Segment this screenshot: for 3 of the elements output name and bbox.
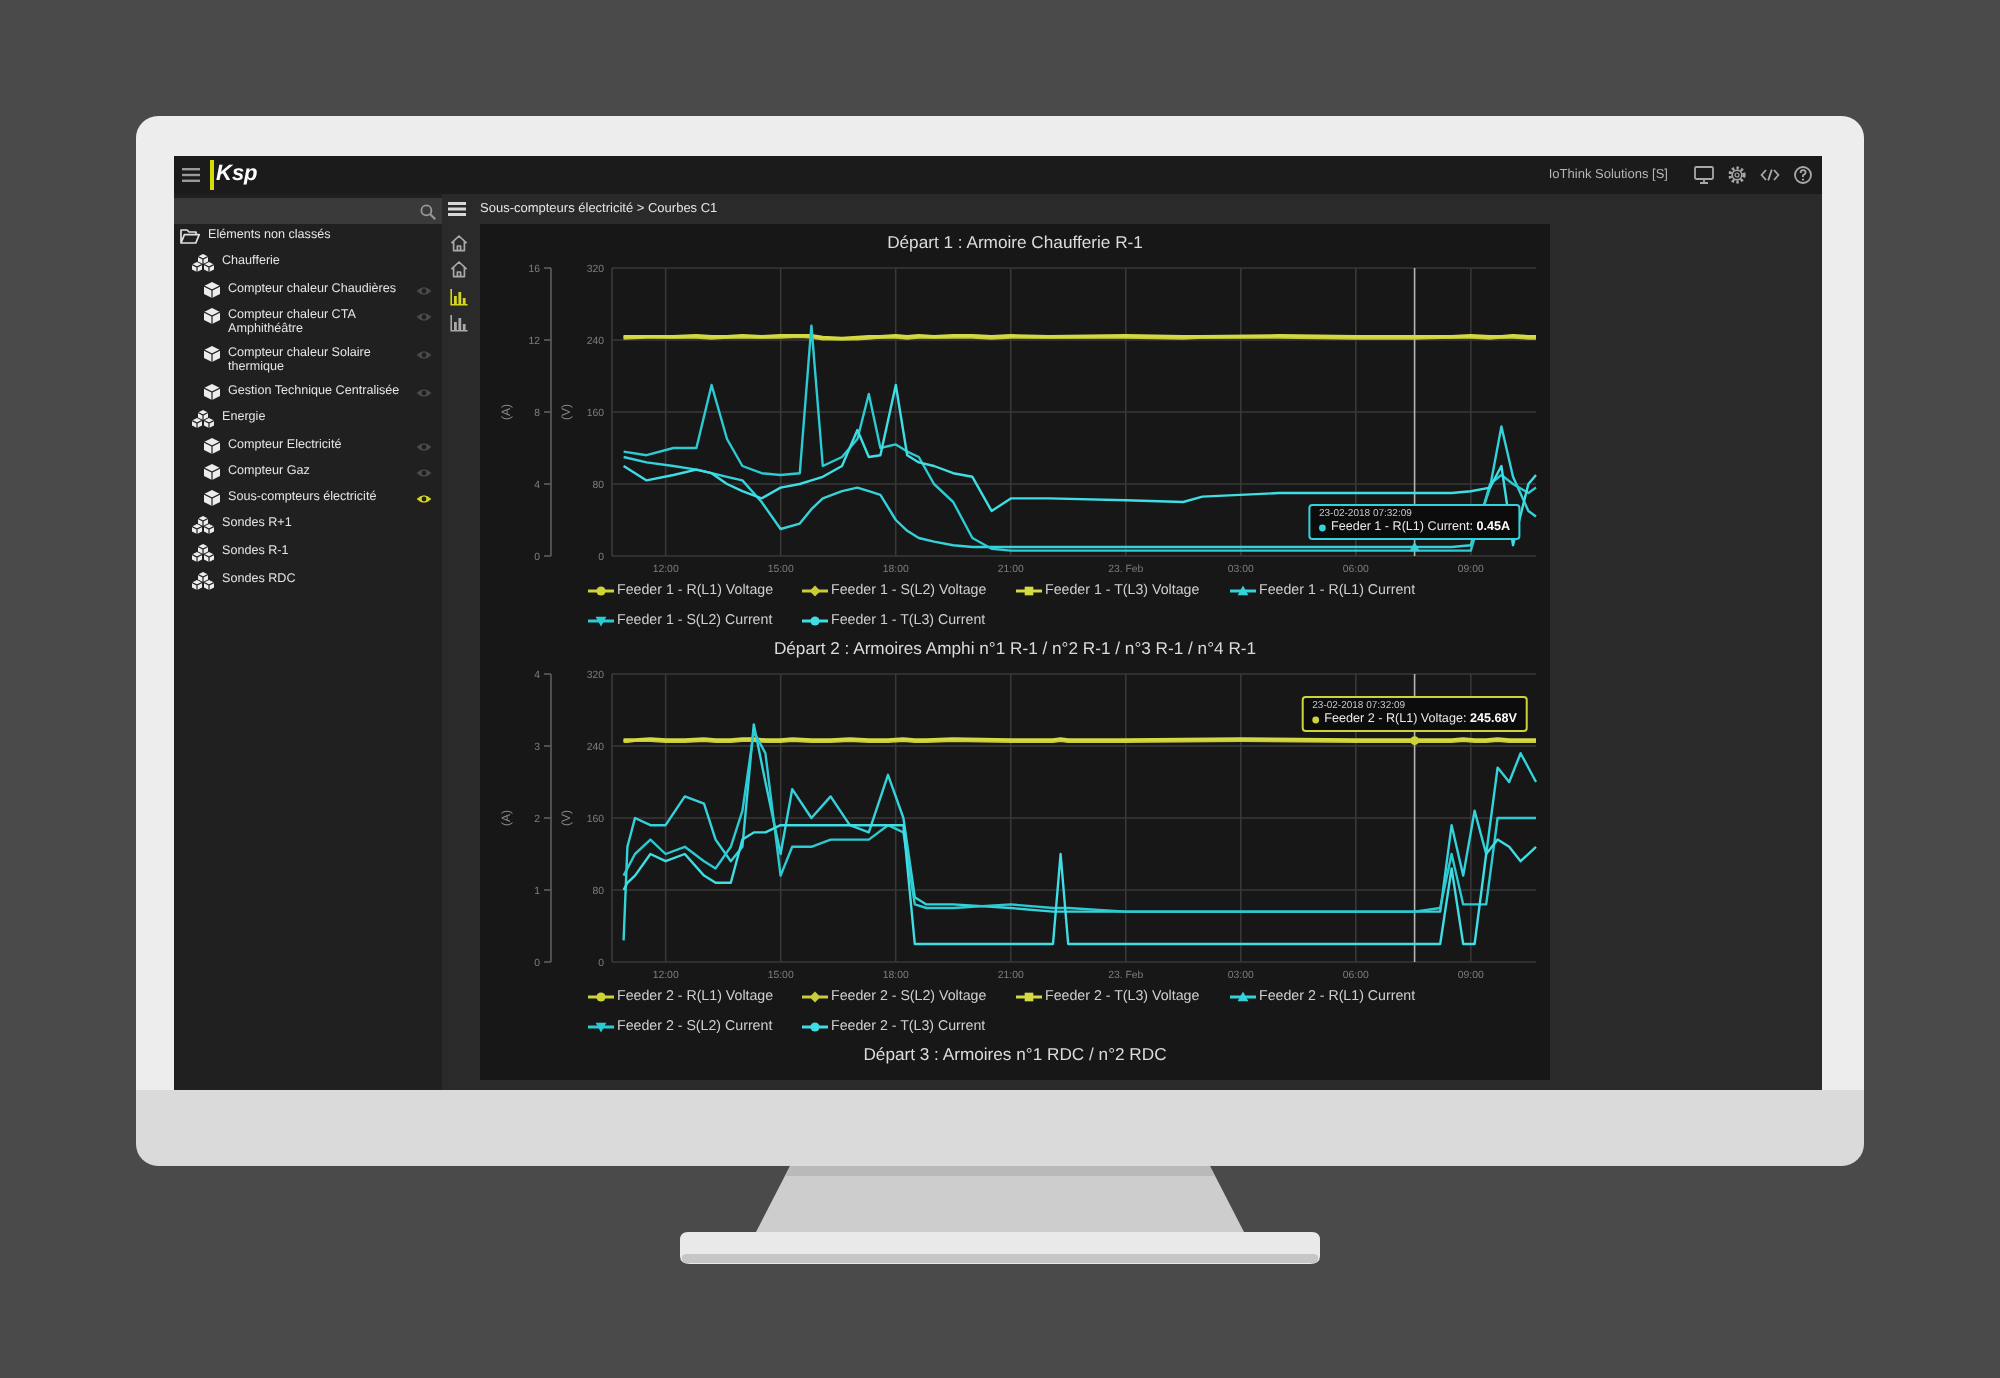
- chart-title: Départ 2 : Armoires Amphi n°1 R-1 / n°2 R-1 / n°3 R-1 / n°4 R-1: [771, 636, 1259, 660]
- chart-title: Départ 1 : Armoire Chaufferie R-1: [885, 230, 1145, 254]
- chart-title: Départ 3 : Armoires n°1 RDC / n°2 RDC: [861, 1042, 1169, 1066]
